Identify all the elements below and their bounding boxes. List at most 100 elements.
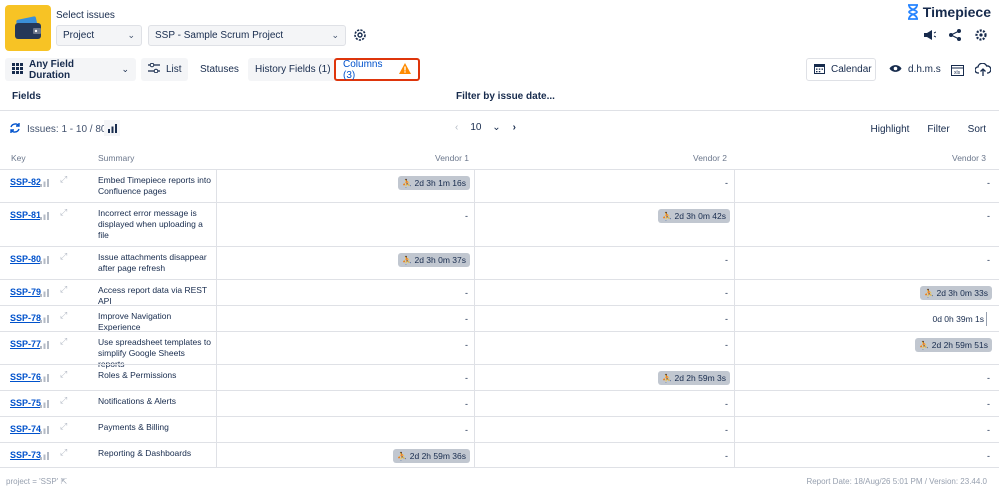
issue-key-link[interactable]: SSP-82 bbox=[10, 177, 41, 187]
col-header-key[interactable]: Key bbox=[11, 153, 26, 163]
expand-icon[interactable]: ⤢ bbox=[60, 369, 67, 380]
bar-chart-icon[interactable] bbox=[40, 425, 50, 434]
vendor-1-cell[interactable]: ⛹ 2d 3h 0m 37s bbox=[216, 247, 474, 279]
bar-chart-icon[interactable] bbox=[40, 373, 50, 382]
scrollbar[interactable] bbox=[995, 140, 999, 470]
filter-button[interactable]: Filter bbox=[927, 124, 949, 135]
vendor-1-cell[interactable]: ⛹ 2d 3h 1m 16s bbox=[216, 170, 474, 202]
col-header-vendor-3[interactable]: Vendor 3 bbox=[952, 153, 986, 163]
vendor-1-cell[interactable]: - bbox=[216, 203, 474, 246]
table-row: SSP-75 ⤢ Notifications & Alerts - - - bbox=[0, 390, 999, 416]
vendor-2-cell[interactable]: - bbox=[474, 443, 734, 467]
bar-chart-icon[interactable] bbox=[40, 255, 50, 264]
issue-key-link[interactable]: SSP-78 bbox=[10, 313, 41, 323]
columns-button[interactable]: Columns (3) bbox=[334, 58, 420, 81]
vendor-2-cell[interactable]: - bbox=[474, 332, 734, 364]
vendor-2-cell[interactable]: - bbox=[474, 306, 734, 331]
expand-icon[interactable]: ⤢ bbox=[60, 395, 67, 406]
share-icon[interactable] bbox=[947, 27, 963, 43]
announcement-icon[interactable] bbox=[921, 27, 937, 43]
settings-gear-icon[interactable] bbox=[973, 27, 989, 43]
external-link-icon[interactable]: ⇱ bbox=[60, 477, 67, 486]
project-settings-icon[interactable] bbox=[352, 27, 370, 45]
vendor-3-cell[interactable]: - bbox=[734, 247, 996, 279]
page-size-select[interactable]: 10 ⌄ bbox=[470, 122, 500, 133]
vendor-2-cell[interactable]: - bbox=[474, 280, 734, 305]
vendor-1-cell[interactable]: - bbox=[216, 391, 474, 416]
vendor-3-cell[interactable]: - bbox=[734, 443, 996, 467]
expand-icon[interactable]: ⤢ bbox=[60, 207, 67, 218]
vendor-1-cell[interactable]: ⛹ 2d 2h 59m 36s bbox=[216, 443, 474, 467]
bar-chart-icon[interactable] bbox=[40, 399, 50, 408]
next-page-icon[interactable]: › bbox=[513, 122, 516, 133]
sliders-icon bbox=[148, 62, 160, 76]
issue-key-link[interactable]: SSP-73 bbox=[10, 450, 41, 460]
issue-key-link[interactable]: SSP-74 bbox=[10, 424, 41, 434]
vendor-3-cell[interactable]: - bbox=[734, 203, 996, 246]
table-row: SSP-82 ⤢ Embed Timepiece reports into Conf… bbox=[0, 169, 999, 202]
col-header-summary[interactable]: Summary bbox=[98, 153, 134, 163]
vendor-1-cell[interactable]: - bbox=[216, 365, 474, 390]
vendor-3-cell[interactable]: - bbox=[734, 391, 996, 416]
expand-icon[interactable]: ⤢ bbox=[60, 421, 67, 432]
refresh-icon[interactable] bbox=[9, 122, 21, 137]
vendor-3-cell[interactable]: - bbox=[734, 170, 996, 202]
duration-value: 2d 2h 59m 3s bbox=[674, 373, 726, 383]
bar-chart-icon[interactable] bbox=[40, 288, 50, 297]
cloud-upload-icon[interactable] bbox=[968, 58, 998, 81]
time-format-button[interactable]: d.h.m.s bbox=[882, 58, 948, 81]
chevron-down-icon: ⌄ bbox=[121, 64, 129, 74]
issue-key-link[interactable]: SSP-81 bbox=[10, 210, 41, 220]
vendor-2-cell[interactable]: ⛹ 2d 2h 59m 3s bbox=[474, 365, 734, 390]
table-row: SSP-81 ⤢ Incorrect error message is displa… bbox=[0, 202, 999, 246]
chart-toggle-icon[interactable] bbox=[104, 120, 120, 136]
vendor-2-cell[interactable]: - bbox=[474, 170, 734, 202]
expand-icon[interactable]: ⤢ bbox=[60, 174, 67, 185]
issue-key-link[interactable]: SSP-76 bbox=[10, 372, 41, 382]
vendor-2-cell[interactable]: - bbox=[474, 417, 734, 442]
vendor-2-cell[interactable]: - bbox=[474, 391, 734, 416]
bar-chart-icon[interactable] bbox=[40, 211, 50, 220]
expand-icon[interactable]: ⤢ bbox=[60, 284, 67, 295]
vendor-2-cell[interactable]: ⛹ 2d 3h 0m 42s bbox=[474, 203, 734, 246]
duration-marker bbox=[986, 312, 987, 326]
bar-chart-icon[interactable] bbox=[40, 340, 50, 349]
col-header-vendor-1[interactable]: Vendor 1 bbox=[435, 153, 469, 163]
vendor-3-cell[interactable]: - bbox=[734, 365, 996, 390]
sort-button[interactable]: Sort bbox=[968, 124, 986, 135]
issue-key-link[interactable]: SSP-80 bbox=[10, 254, 41, 264]
duration-pill: ⛹ 2d 3h 0m 37s bbox=[398, 253, 470, 267]
issue-key-link[interactable]: SSP-75 bbox=[10, 398, 41, 408]
bar-chart-icon[interactable] bbox=[40, 178, 50, 187]
expand-icon[interactable]: ⤢ bbox=[60, 251, 67, 262]
highlight-button[interactable]: Highlight bbox=[871, 124, 910, 135]
vendor-3-cell[interactable]: ⛹ 2d 2h 59m 51s bbox=[734, 332, 996, 364]
vendor-1-cell[interactable]: - bbox=[216, 280, 474, 305]
issue-key-link[interactable]: SSP-77 bbox=[10, 339, 41, 349]
statuses-button[interactable]: Statuses bbox=[193, 58, 246, 81]
history-fields-button[interactable]: History Fields (1) bbox=[248, 58, 338, 81]
filter-by-issue-date[interactable]: Filter by issue date... bbox=[456, 91, 555, 102]
list-button[interactable]: List bbox=[141, 58, 188, 81]
vendor-1-cell[interactable]: - bbox=[216, 417, 474, 442]
expand-icon[interactable]: ⤢ bbox=[60, 447, 67, 458]
vendor-1-cell[interactable]: - bbox=[216, 306, 474, 331]
bar-chart-icon[interactable] bbox=[40, 451, 50, 460]
issues-count: Issues: 1 - 10 / 80 bbox=[27, 124, 107, 135]
vendor-3-cell[interactable]: ⛹ 2d 3h 0m 33s bbox=[734, 280, 996, 305]
bar-chart-icon[interactable] bbox=[40, 314, 50, 323]
project-type-select[interactable]: Project ⌄ bbox=[56, 25, 142, 46]
project-select[interactable]: SSP - Sample Scrum Project ⌄ bbox=[148, 25, 346, 46]
issue-key-link[interactable]: SSP-79 bbox=[10, 287, 41, 297]
vendor-3-cell[interactable]: 0d 0h 39m 1s bbox=[734, 306, 996, 331]
prev-page-icon[interactable]: ‹ bbox=[455, 122, 458, 133]
fields-label[interactable]: Fields bbox=[12, 91, 41, 102]
vendor-1-cell[interactable]: - bbox=[216, 332, 474, 364]
vendor-3-cell[interactable]: - bbox=[734, 417, 996, 442]
col-header-vendor-2[interactable]: Vendor 2 bbox=[693, 153, 727, 163]
vendor-2-cell[interactable]: - bbox=[474, 247, 734, 279]
expand-icon[interactable]: ⤢ bbox=[60, 310, 67, 321]
any-field-duration-button[interactable]: Any Field Duration ⌄ bbox=[5, 58, 136, 81]
calendar-button[interactable]: Calendar bbox=[806, 58, 876, 81]
expand-icon[interactable]: ⤢ bbox=[60, 336, 67, 347]
